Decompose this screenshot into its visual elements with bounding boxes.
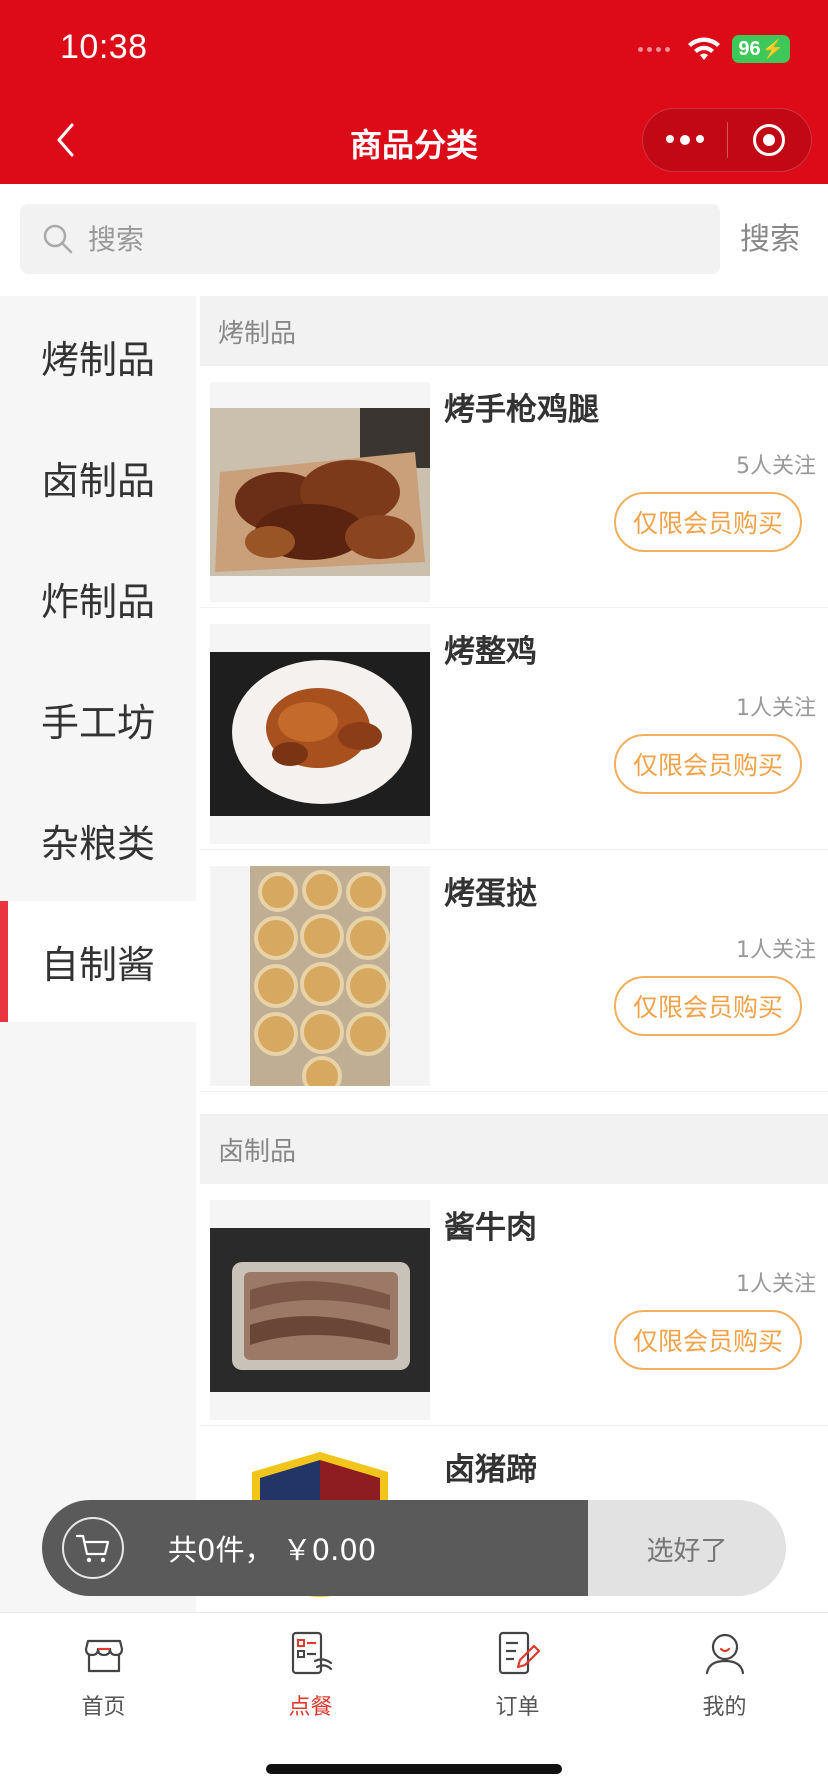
- product-image: [210, 866, 430, 1086]
- members-only-buy-button[interactable]: 仅限会员购买: [614, 734, 802, 794]
- follow-count: 1人关注: [736, 696, 816, 721]
- tab-label: 首页: [81, 1695, 126, 1720]
- charging-bolt-icon: ⚡: [761, 38, 784, 59]
- order-edit-icon: [498, 1631, 540, 1675]
- search-icon: [43, 224, 73, 254]
- battery-indicator: 96 ⚡: [732, 35, 790, 63]
- section-gap: [200, 1092, 828, 1114]
- target-circle-icon: [753, 124, 786, 156]
- search-input[interactable]: [88, 222, 648, 256]
- battery-level: 96: [738, 37, 761, 60]
- members-only-buy-button[interactable]: 仅限会员购买: [614, 492, 802, 552]
- search-box[interactable]: [20, 204, 720, 274]
- section-header: 烤制品: [200, 296, 828, 366]
- category-item-grains[interactable]: 杂粮类: [0, 780, 196, 901]
- category-label: 烤制品: [40, 338, 155, 382]
- category-item-sauce[interactable]: 自制酱: [0, 901, 196, 1022]
- category-item-braised[interactable]: 卤制品: [0, 417, 196, 538]
- more-dots-icon: [665, 135, 704, 145]
- product-card[interactable]: 烤整鸡 1人关注 仅限会员购买: [200, 608, 828, 850]
- store-icon: [84, 1639, 123, 1673]
- tab-label: 我的: [702, 1695, 747, 1720]
- miniprogram-capsule: [642, 108, 812, 172]
- members-only-buy-button[interactable]: 仅限会员购买: [614, 976, 802, 1036]
- cart-summary-text: 共0件， ￥0.00: [168, 1533, 377, 1567]
- close-miniprogram-button[interactable]: [728, 109, 812, 171]
- menu-order-icon: [291, 1631, 332, 1675]
- product-card[interactable]: 酱牛肉 1人关注 仅限会员购买: [200, 1184, 828, 1426]
- product-name: 卤猪蹄: [444, 1452, 537, 1488]
- top-bar: 10:38 96 ⚡ 商品分类: [0, 0, 828, 184]
- product-name: 烤整鸡: [444, 634, 537, 670]
- tab-order-food[interactable]: 点餐: [207, 1627, 414, 1721]
- cart-summary-area[interactable]: 共0件， ￥0.00: [42, 1500, 588, 1596]
- home-indicator: [266, 1764, 562, 1774]
- shopping-cart-icon[interactable]: [62, 1517, 124, 1579]
- product-list[interactable]: 烤制品 烤手枪鸡腿 5人关注 仅限会员购买 烤整鸡 1人关注 仅限会员购买 烤蛋…: [200, 296, 828, 1612]
- category-label: 手工坊: [40, 701, 155, 745]
- tab-label: 点餐: [288, 1695, 333, 1720]
- members-only-buy-button[interactable]: 仅限会员购买: [614, 1310, 802, 1370]
- product-name: 酱牛肉: [444, 1210, 537, 1246]
- product-image: [210, 1200, 430, 1420]
- product-image: [210, 624, 430, 844]
- product-image: [210, 382, 430, 602]
- wifi-icon: [688, 37, 721, 60]
- follow-count: 5人关注: [736, 454, 816, 479]
- user-icon: [705, 1633, 744, 1675]
- product-name: 烤蛋挞: [444, 876, 537, 912]
- category-label: 炸制品: [40, 580, 155, 624]
- search-button[interactable]: 搜索: [740, 214, 800, 258]
- category-label: 卤制品: [40, 459, 155, 503]
- signal-icon: [638, 46, 671, 52]
- follow-count: 1人关注: [736, 938, 816, 963]
- tab-label: 订单: [495, 1695, 540, 1720]
- category-sidebar: 烤制品 卤制品 炸制品 手工坊 杂粮类 自制酱: [0, 296, 196, 1612]
- product-card[interactable]: 烤手枪鸡腿 5人关注 仅限会员购买: [200, 366, 828, 608]
- tab-orders[interactable]: 订单: [414, 1627, 621, 1721]
- product-name: 烤手枪鸡腿: [444, 392, 599, 428]
- follow-count: 1人关注: [736, 1272, 816, 1297]
- category-item-baked[interactable]: 烤制品: [0, 296, 196, 417]
- tab-home[interactable]: 首页: [0, 1627, 207, 1721]
- product-card[interactable]: 烤蛋挞 1人关注 仅限会员购买: [200, 850, 828, 1092]
- category-label: 自制酱: [40, 943, 155, 987]
- category-item-fried[interactable]: 炸制品: [0, 538, 196, 659]
- section-header: 卤制品: [200, 1114, 828, 1184]
- status-icons: 96 ⚡: [638, 34, 790, 64]
- checkout-button[interactable]: 选好了: [588, 1500, 786, 1596]
- tab-profile[interactable]: 我的: [621, 1627, 828, 1721]
- category-item-handmade[interactable]: 手工坊: [0, 659, 196, 780]
- cart-bar: 共0件， ￥0.00 选好了: [42, 1500, 786, 1596]
- category-label: 杂粮类: [40, 822, 155, 866]
- status-time: 10:38: [60, 28, 148, 66]
- more-options-button[interactable]: [643, 109, 727, 171]
